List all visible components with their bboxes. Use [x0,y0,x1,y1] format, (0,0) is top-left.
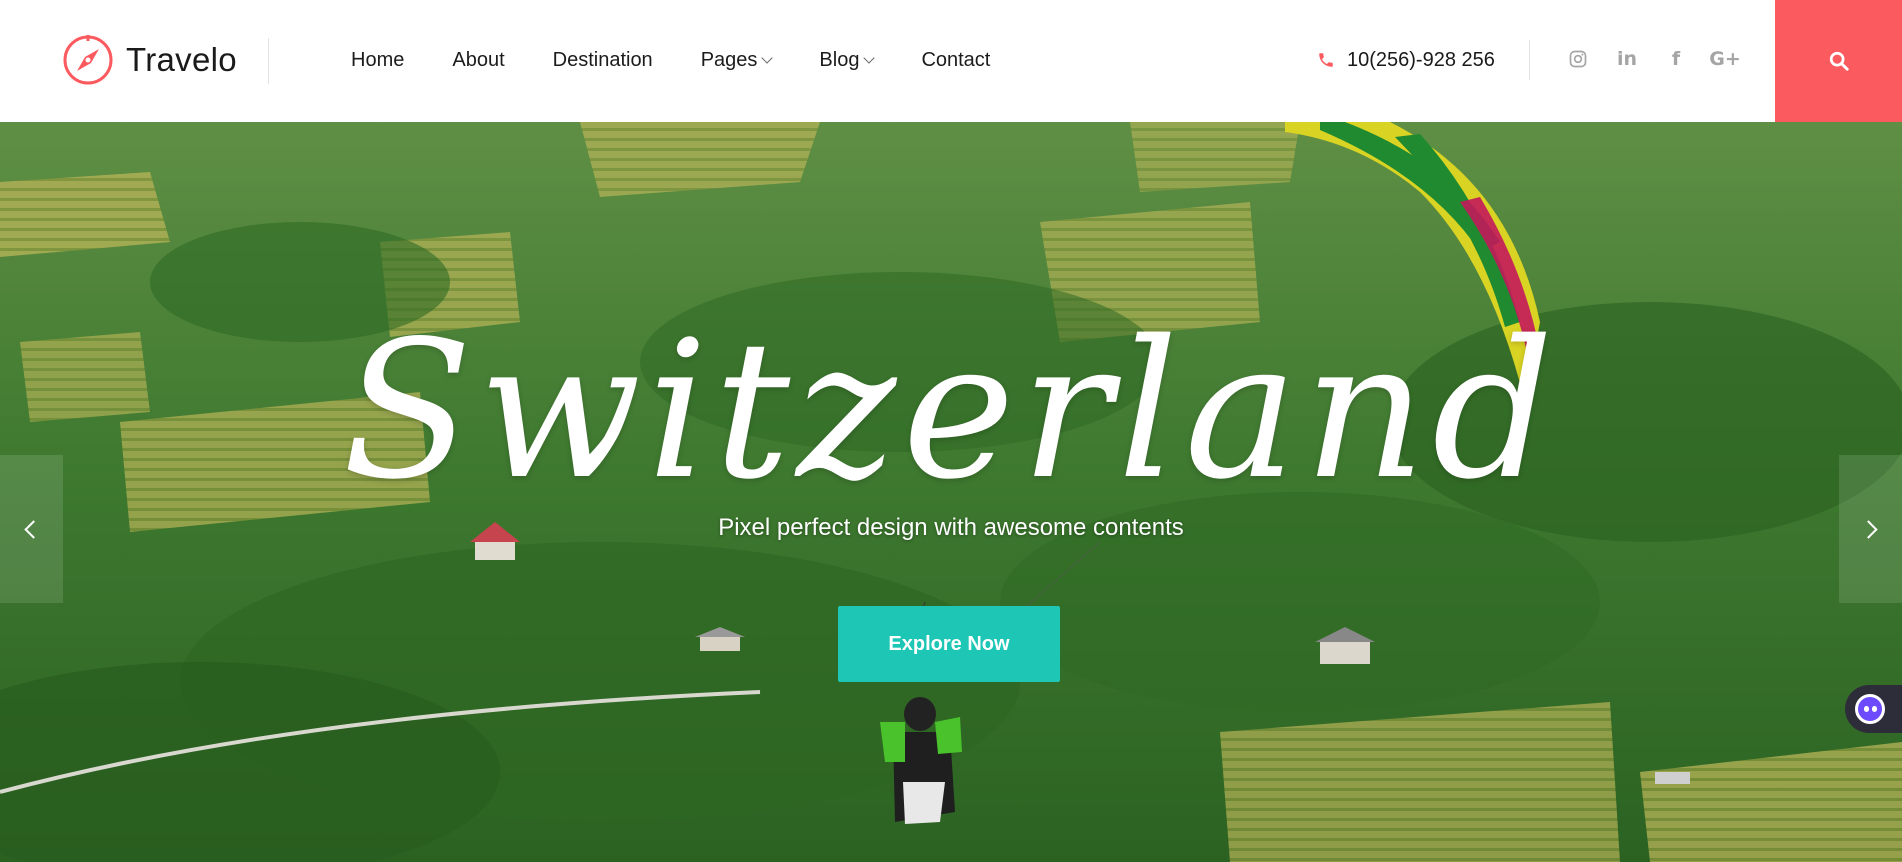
google-plus-glyph: G+ [1709,48,1741,70]
instagram-icon[interactable] [1566,47,1590,71]
chevron-left-icon [24,519,43,539]
slider-next-button[interactable] [1839,455,1902,603]
phone-icon [1319,53,1333,67]
hero-slider: Switzerland Pixel perfect design with aw… [0,122,1902,862]
nav-label: Destination [552,48,653,71]
search-button[interactable] [1775,0,1902,122]
phone-number: 10(256)-928 256 [1347,48,1495,71]
nav-contact[interactable]: Contact [921,49,990,72]
nav-about[interactable]: About [452,49,504,72]
compass-icon [63,35,113,85]
linkedin-glyph: in [1616,48,1638,70]
hero-title: Switzerland [342,300,1560,521]
chat-widget-button[interactable] [1845,685,1902,733]
google-plus-icon[interactable]: G+ [1709,47,1741,71]
instagram-glyph [1569,50,1587,68]
nav-pages[interactable]: Pages [700,48,774,72]
phone-contact[interactable]: 10(256)-928 256 [1317,42,1495,78]
linkedin-icon[interactable]: in [1615,47,1639,71]
nav-home[interactable]: Home [351,49,404,72]
facebook-glyph: f [1671,48,1681,70]
slider-prev-button[interactable] [0,455,63,603]
hero-subtitle: Pixel perfect design with awesome conten… [718,514,1184,541]
brand-name: Travelo [126,41,237,78]
nav-destination[interactable]: Destination [553,49,653,72]
nav-label: About [452,48,505,71]
chevron-right-icon [1859,519,1878,539]
facebook-icon[interactable]: f [1664,47,1688,71]
chevron-down-icon [863,52,876,64]
main-nav: Home About Destination Pages Blog Contac… [351,42,1038,78]
nav-label: Contact [921,48,991,71]
chat-bot-icon [1855,694,1885,724]
divider [1529,40,1530,80]
nav-label: Home [351,48,405,71]
search-icon [1829,51,1849,71]
chevron-down-icon [761,52,774,64]
nav-label: Blog [819,48,860,71]
divider [268,38,269,84]
social-links: in f G+ [1566,46,1762,72]
nav-label: Pages [700,48,758,71]
nav-blog[interactable]: Blog [819,48,876,72]
site-header: Travelo Home About Destination Pages Blo… [0,0,1902,122]
explore-now-button[interactable]: Explore Now [838,606,1060,682]
logo[interactable]: Travelo [62,32,237,88]
